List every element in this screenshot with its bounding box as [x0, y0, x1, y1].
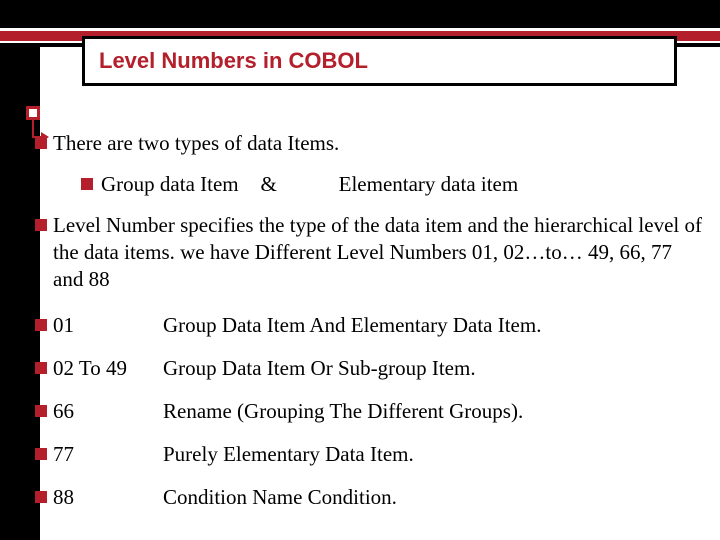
bullet-icon: [81, 178, 93, 190]
group-type-label: Group data Item: [101, 172, 239, 196]
left-sidebar: [0, 0, 40, 540]
intro-text: There are two types of data Items.: [53, 130, 703, 157]
slide-title: Level Numbers in COBOL: [85, 48, 368, 74]
title-box: Level Numbers in COBOL: [82, 36, 677, 86]
level-number: 88: [53, 484, 163, 511]
level-number: 01: [53, 312, 163, 339]
deco-connector-v: [32, 119, 34, 137]
level-desc: Rename (Grouping The Different Groups).: [163, 398, 703, 425]
level-desc-text: Level Number specifies the type of the d…: [53, 212, 703, 293]
level-desc: Purely Elementary Data Item.: [163, 441, 703, 468]
slide: Level Numbers in COBOL There are two typ…: [0, 0, 720, 540]
bullet-icon: [35, 319, 47, 331]
level-row: 01 Group Data Item And Elementary Data I…: [53, 312, 703, 339]
level-desc: Group Data Item And Elementary Data Item…: [163, 312, 703, 339]
level-number: 02 To 49: [53, 355, 163, 382]
bullet-icon: [35, 491, 47, 503]
types-text: Group data Item& Elementary data item: [101, 171, 703, 198]
level-number: 77: [53, 441, 163, 468]
content-area: There are two types of data Items. Group…: [53, 130, 703, 511]
level-row: 77 Purely Elementary Data Item.: [53, 441, 703, 468]
level-number: 66: [53, 398, 163, 425]
bullet-icon: [35, 448, 47, 460]
ampersand: &: [239, 171, 299, 198]
bullet-icon: [35, 362, 47, 374]
level-row: 66 Rename (Grouping The Different Groups…: [53, 398, 703, 425]
intro-row: There are two types of data Items.: [53, 130, 703, 157]
bullet-icon: [35, 219, 47, 231]
deco-square-icon: [26, 106, 40, 120]
deco-arrow-icon: [41, 132, 49, 142]
types-row: Group data Item& Elementary data item: [53, 171, 703, 198]
top-band-black: [0, 0, 720, 28]
level-desc: Group Data Item Or Sub-group Item.: [163, 355, 703, 382]
level-desc: Condition Name Condition.: [163, 484, 703, 511]
level-desc-row: Level Number specifies the type of the d…: [53, 212, 703, 293]
level-row: 02 To 49 Group Data Item Or Sub-group It…: [53, 355, 703, 382]
bullet-icon: [35, 405, 47, 417]
level-row: 88 Condition Name Condition.: [53, 484, 703, 511]
elementary-type-label: Elementary data item: [339, 172, 519, 196]
